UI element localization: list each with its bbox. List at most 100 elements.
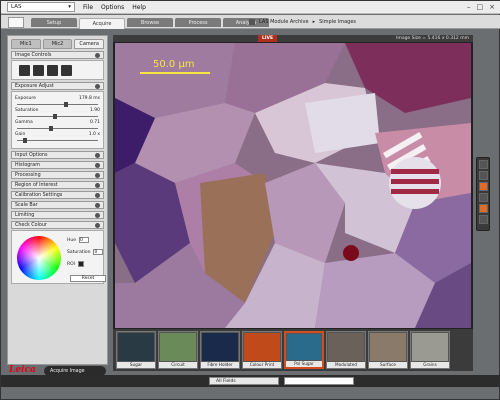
hue-value: 0 [80,238,83,243]
section-input-options[interactable]: Input Options [11,151,104,159]
slider-handle[interactable] [23,138,28,143]
chevron-right-icon: ▸ [312,19,316,25]
roi-swatch[interactable] [78,261,84,267]
auto-exposure-icon[interactable] [33,64,44,76]
gain-label: Gain [15,132,26,137]
maximize-icon[interactable]: □ [477,3,484,11]
section-check-colour[interactable]: Check Colour [11,221,104,229]
tab-camera[interactable]: Camera [74,39,105,49]
section-label: Check Colour [15,222,47,228]
camera-icon[interactable] [47,64,58,76]
module-tabs: Setup Acquire Browse Process Analysis [31,18,271,29]
breadcrumb: LAS Module Archive ▸ Simple Images [249,17,356,27]
exposure-value: 179.8 ms [78,96,100,101]
close-icon[interactable]: × [489,3,495,11]
thumbnail-label: Fibre Holder [201,362,239,368]
menu-help[interactable]: Help [132,4,146,11]
hue-input[interactable]: 0 [79,237,90,243]
tab-mic2[interactable]: Mic2 [42,39,73,49]
tab-browse[interactable]: Browse [127,18,173,27]
collapse-icon[interactable] [95,83,100,89]
expand-icon[interactable] [95,212,100,218]
thumbnail-circuit[interactable]: Circuit [158,331,198,369]
reset-button[interactable]: Reset [70,275,106,282]
thumbnail-surface[interactable]: Surface [368,331,408,369]
fields-dropdown[interactable]: All Fields [209,377,279,385]
colour-wheel[interactable] [17,236,61,280]
saturation-slider[interactable] [17,114,98,119]
breadcrumb-archive[interactable]: LAS Module Archive [259,19,309,25]
search-input[interactable] [284,377,354,385]
mic-tabs: Mic1 Mic2 Camera [8,36,107,49]
expand-icon[interactable] [95,152,100,158]
collapse-icon[interactable] [95,222,100,228]
tab-mic1[interactable]: Mic1 [11,39,41,49]
menu-file[interactable]: File [83,4,93,11]
tool-button[interactable] [478,215,488,224]
section-label: Input Options [15,152,48,158]
expand-icon[interactable] [95,172,100,178]
workflow-icon[interactable] [8,17,24,28]
scale-bar-label: 50.0 µm [153,59,195,70]
menu-options[interactable]: Options [101,4,124,11]
gamma-label: Gamma [15,120,33,125]
thumbnail-sugar[interactable]: Sugar [116,331,156,369]
tab-process[interactable]: Process [175,18,221,27]
tool-button[interactable] [478,193,488,202]
tab-setup[interactable]: Setup [31,18,77,27]
section-label: Histogram [15,162,40,168]
section-label: Calibration Settings [15,192,63,198]
thumbnail-label: Surface [369,362,407,368]
thumbnail-modulated[interactable]: Modulated [326,331,366,369]
section-processing[interactable]: Processing [11,171,104,179]
saturation-input[interactable]: 0 [93,249,104,255]
thumbnail-label: Colour Print [243,362,281,368]
thumbnail-pol-sugar[interactable]: Pol Sugar [284,331,324,369]
settings-panel: Mic1 Mic2 Camera Image Controls Exposure… [7,35,108,365]
section-label: Image Controls [15,52,52,58]
section-limiting[interactable]: Limiting [11,211,104,219]
tool-button[interactable] [478,160,488,169]
section-calibration-settings[interactable]: Calibration Settings [11,191,104,199]
expand-icon[interactable] [95,162,100,168]
live-bar: LIVE Image Size = 5.416 x 0.312 mm [113,35,473,42]
tool-button-active[interactable] [478,182,488,191]
slider-handle[interactable] [49,126,54,131]
section-region-of-interest[interactable]: Region of Interest [11,181,104,189]
section-exposure-adjust[interactable]: Exposure Adjust [11,82,104,90]
slider-handle[interactable] [53,114,58,119]
tool-button-active[interactable] [478,204,488,213]
gamma-slider[interactable] [17,126,98,131]
live-indicator: LIVE [258,35,278,42]
thumbnail-colour-print[interactable]: Colour Print [242,331,282,369]
image-size-readout: Image Size = 5.416 x 0.312 mm [396,36,469,41]
section-histogram[interactable]: Histogram [11,161,104,169]
check-colour-controls: Hue 0 Saturation 0 ROI Reset [11,230,106,284]
white-balance-icon[interactable] [61,64,72,76]
breadcrumb-simple-images[interactable]: Simple Images [319,19,356,25]
section-image-controls[interactable]: Image Controls [11,51,104,59]
slider-handle[interactable] [63,102,68,107]
aperture-icon[interactable] [19,64,30,76]
menu-bar: LAS ▾ File Options Help – □ × [1,1,500,14]
application-selector[interactable]: LAS ▾ [7,2,75,12]
tool-button[interactable] [478,171,488,180]
live-image[interactable]: 50.0 µm [115,43,471,328]
tab-acquire[interactable]: Acquire [79,18,125,29]
section-scale-bar[interactable]: Scale Bar [11,201,104,209]
thumbnail-fibre-holder[interactable]: Fibre Holder [200,331,240,369]
thumbnail-label: Modulated [327,362,365,368]
collapse-icon[interactable] [95,52,100,58]
section-label: Exposure Adjust [15,83,54,89]
application-window: LAS ▾ File Options Help – □ × Setup Acqu… [0,0,500,400]
minimize-icon[interactable]: – [467,3,471,11]
exposure-slider[interactable] [17,102,98,107]
expand-icon[interactable] [95,202,100,208]
gain-slider[interactable] [17,138,98,143]
section-label: Processing [15,172,41,178]
section-label: Region of Interest [15,182,58,188]
expand-icon[interactable] [95,192,100,198]
exposure-controls: Exposure 179.8 ms Saturation 1.90 Gamma … [11,91,104,149]
expand-icon[interactable] [95,182,100,188]
thumbnail-grains[interactable]: Grains [410,331,450,369]
